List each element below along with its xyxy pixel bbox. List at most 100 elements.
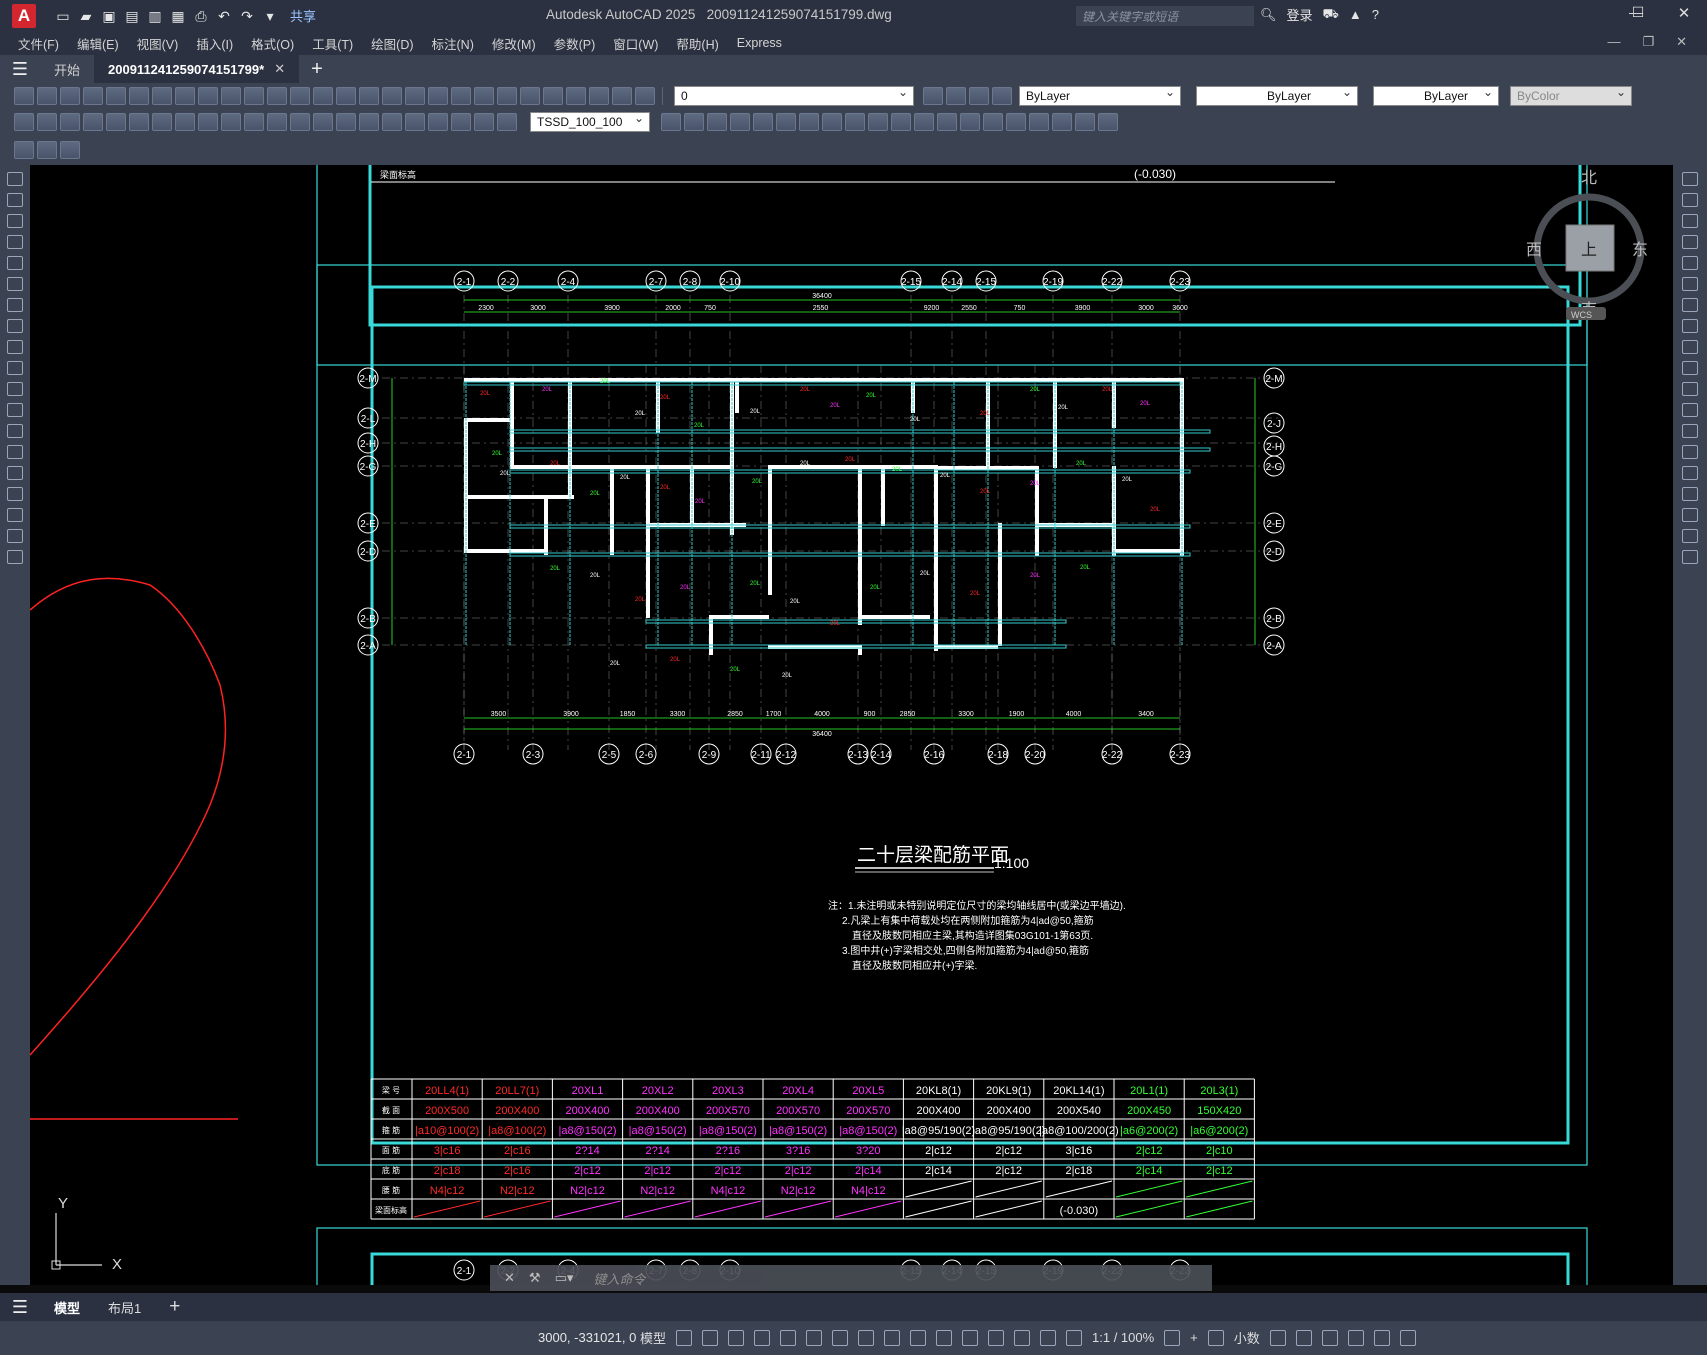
viewcube-top[interactable]: 上 <box>1581 241 1597 259</box>
open-icon[interactable]: ▰ <box>77 8 95 24</box>
tool-icon[interactable] <box>474 87 494 105</box>
polar-icon[interactable] <box>780 1329 797 1346</box>
selection-cycle-icon[interactable] <box>910 1329 927 1346</box>
cart-icon[interactable]: ⛟ <box>1323 6 1339 24</box>
properties-icon[interactable] <box>1269 1329 1286 1346</box>
tool-icon[interactable] <box>37 113 57 131</box>
tool-icon[interactable] <box>14 141 34 159</box>
menu-item[interactable]: 绘图(D) <box>371 34 413 53</box>
infer-icon[interactable] <box>728 1329 745 1346</box>
tool-icon[interactable] <box>60 141 80 159</box>
redo-icon[interactable]: ↷ <box>238 8 256 24</box>
tool-icon[interactable] <box>1098 113 1118 131</box>
tool-icon[interactable] <box>60 87 80 105</box>
tool-icon[interactable] <box>428 113 448 131</box>
tool-icon[interactable] <box>822 113 842 131</box>
tool-icon[interactable] <box>7 445 23 459</box>
tool-icon[interactable] <box>1682 340 1698 354</box>
tool-icon[interactable] <box>313 113 333 131</box>
tool-icon[interactable] <box>37 141 57 159</box>
tool-icon[interactable] <box>983 113 1003 131</box>
tool-icon[interactable] <box>1052 113 1072 131</box>
tool-icon[interactable] <box>7 466 23 480</box>
annotation-visibility-icon[interactable] <box>1040 1329 1057 1346</box>
help-icon[interactable]: ? <box>1372 7 1379 22</box>
workspace-icon[interactable] <box>1164 1329 1181 1346</box>
autodesk-icon[interactable]: ▲ <box>1349 7 1362 22</box>
customize-icon[interactable]: ▾ <box>261 8 279 24</box>
viewcube-north[interactable]: 北 <box>1581 169 1597 187</box>
tool-icon[interactable] <box>497 87 517 105</box>
layout-menu-icon[interactable]: ☰ <box>0 1297 40 1318</box>
tool-icon[interactable] <box>661 113 681 131</box>
tool-icon[interactable] <box>14 113 34 131</box>
menu-item[interactable]: 格式(O) <box>251 34 294 53</box>
tool-icon[interactable] <box>129 113 149 131</box>
wrench-icon[interactable]: ⚒ <box>529 1270 541 1286</box>
linetype-combo[interactable]: ByLayer <box>1196 85 1358 106</box>
saveas-icon[interactable]: ▤ <box>123 8 141 24</box>
user-login[interactable]: 登录 <box>1287 5 1313 24</box>
cmd-history-icon[interactable]: ▭▾ <box>555 1270 574 1286</box>
color-combo[interactable]: ByLayer <box>1019 85 1181 106</box>
monitor-icon[interactable] <box>1295 1329 1312 1346</box>
autoscale-icon[interactable] <box>1066 1329 1083 1346</box>
tool-icon[interactable] <box>914 113 934 131</box>
clean-screen-icon[interactable] <box>1373 1329 1390 1346</box>
tool-icon[interactable] <box>129 87 149 105</box>
tool-icon[interactable] <box>405 87 425 105</box>
tool-icon[interactable] <box>37 87 57 105</box>
close-window-button[interactable]: ✕ <box>1664 4 1704 26</box>
undo-icon[interactable]: ↶ <box>215 8 233 24</box>
tool-icon[interactable] <box>221 113 241 131</box>
tool-icon[interactable] <box>1682 529 1698 543</box>
tool-icon[interactable] <box>753 113 773 131</box>
tool-icon[interactable] <box>152 113 172 131</box>
tool-icon[interactable] <box>313 87 333 105</box>
tool-icon[interactable] <box>83 87 103 105</box>
tool-icon[interactable] <box>267 113 287 131</box>
viewcube-east[interactable]: 东 <box>1632 241 1648 259</box>
tool-icon[interactable] <box>1682 319 1698 333</box>
tool-icon[interactable] <box>336 87 356 105</box>
tool-icon[interactable] <box>1075 113 1095 131</box>
3dosnap-icon[interactable] <box>936 1329 953 1346</box>
tool-icon[interactable] <box>1682 256 1698 270</box>
menu-item[interactable]: 帮助(H) <box>676 34 718 53</box>
tool-icon[interactable] <box>1682 172 1698 186</box>
filter-icon[interactable] <box>988 1329 1005 1346</box>
tool-icon[interactable] <box>7 193 23 207</box>
gizmo-icon[interactable] <box>1014 1329 1031 1346</box>
tool-icon[interactable] <box>474 113 494 131</box>
save-icon[interactable]: ▣ <box>100 8 118 24</box>
plot-icon[interactable]: ▦ <box>169 8 187 24</box>
tool-icon[interactable] <box>290 87 310 105</box>
tool-icon[interactable] <box>776 113 796 131</box>
coordinate-readout[interactable]: 3000, -331021, 0 <box>538 1330 636 1345</box>
lineweight-icon[interactable] <box>858 1329 875 1346</box>
tool-icon[interactable] <box>7 403 23 417</box>
grid-icon[interactable] <box>676 1329 693 1346</box>
tool-icon[interactable] <box>175 87 195 105</box>
tool-icon[interactable] <box>7 382 23 396</box>
hardware-icon[interactable] <box>1347 1329 1364 1346</box>
search-icon[interactable]: 🔍︎ <box>1260 7 1277 23</box>
menu-item[interactable]: 编辑(E) <box>77 34 119 53</box>
dimstyle-combo[interactable]: TSSD_100_100 <box>530 111 650 132</box>
publish-icon[interactable]: ▥ <box>146 8 164 24</box>
tool-icon[interactable] <box>7 361 23 375</box>
tool-icon[interactable] <box>1682 235 1698 249</box>
tool-icon[interactable] <box>7 550 23 564</box>
tool-icon[interactable] <box>969 87 989 105</box>
tool-icon[interactable] <box>1682 508 1698 522</box>
drawing-canvas[interactable]: 梁面标高 (-0.030) 2-1 2-2 2-4 2-7 2-8 2-10 2-15 2-1… <box>30 165 1673 1285</box>
new-tab-button[interactable]: + <box>311 58 323 81</box>
model-space-toggle[interactable]: 模型 <box>640 1328 666 1347</box>
tool-icon[interactable] <box>267 87 287 105</box>
tool-icon[interactable] <box>589 87 609 105</box>
menu-item[interactable]: 标注(N) <box>432 34 474 53</box>
tool-icon[interactable] <box>198 113 218 131</box>
menu-item[interactable]: 参数(P) <box>554 34 596 53</box>
tool-icon[interactable] <box>198 87 218 105</box>
tool-icon[interactable] <box>405 113 425 131</box>
